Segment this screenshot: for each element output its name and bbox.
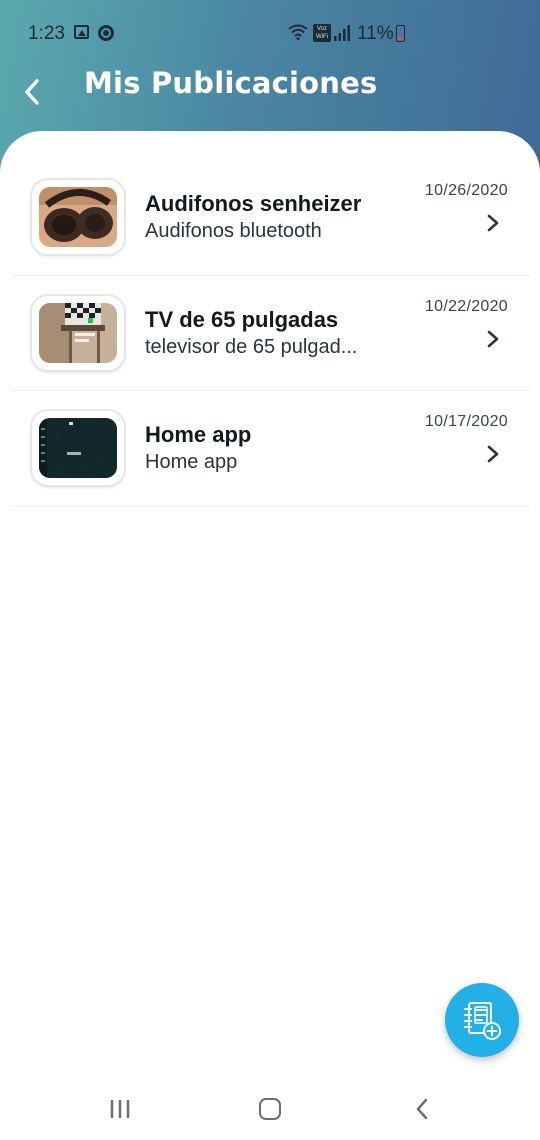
- publication-title: Home app: [145, 422, 252, 447]
- publication-date: 10/26/2020: [424, 182, 508, 199]
- sync-notification-icon: [98, 25, 114, 41]
- chevron-right-icon: [487, 445, 499, 463]
- publication-subtitle: Audifonos bluetooth: [145, 220, 322, 242]
- wifi-icon: [288, 24, 308, 40]
- publication-date: 10/22/2020: [424, 297, 508, 315]
- publication-title: TV de 65 pulgadas: [145, 306, 339, 332]
- status-time: 1:23: [28, 23, 65, 44]
- publication-thumbnail: [32, 180, 124, 254]
- page-title: Mis Publicaciones: [84, 66, 378, 100]
- recent-apps-icon[interactable]: [109, 1099, 131, 1119]
- publication-subtitle: Home app: [145, 451, 238, 473]
- publication-title: Audifonos senheizer: [145, 191, 362, 216]
- publication-thumbnail: [32, 295, 124, 370]
- chevron-right-icon: [487, 214, 499, 232]
- system-navigation-bar: [0, 1080, 540, 1140]
- home-icon[interactable]: [259, 1098, 281, 1120]
- chevron-right-icon: [487, 330, 499, 347]
- publication-item[interactable]: TV de 65 pulgadas televisor de 65 pulgad…: [12, 276, 530, 391]
- tv-image: [39, 302, 117, 363]
- add-publication-button[interactable]: [445, 983, 519, 1057]
- publication-subtitle: televisor de 65 pulgad...: [145, 335, 358, 358]
- gallery-notification-icon: [74, 25, 89, 39]
- volte-wifi-badge: Voz WiFi: [313, 24, 331, 42]
- signal-strength-icon: [334, 25, 350, 41]
- status-bar: 1:23 Voz WiFi 11%: [0, 0, 540, 68]
- home-app-image: [39, 418, 117, 478]
- publication-item[interactable]: Home app Home app 10/17/2020: [12, 391, 530, 507]
- battery-percentage: 11%: [357, 23, 394, 44]
- system-back-icon[interactable]: [414, 1097, 430, 1121]
- publication-thumbnail: [32, 411, 124, 485]
- publications-list: Audifonos senheizer Audifonos bluetooth …: [12, 160, 530, 507]
- headphones-image: [39, 187, 117, 247]
- publication-item[interactable]: Audifonos senheizer Audifonos bluetooth …: [12, 160, 530, 276]
- back-button[interactable]: [14, 74, 50, 110]
- publication-date: 10/17/2020: [424, 413, 508, 430]
- chevron-left-icon: [25, 79, 39, 105]
- battery-icon: [396, 25, 405, 42]
- notebook-add-icon: [464, 1002, 501, 1040]
